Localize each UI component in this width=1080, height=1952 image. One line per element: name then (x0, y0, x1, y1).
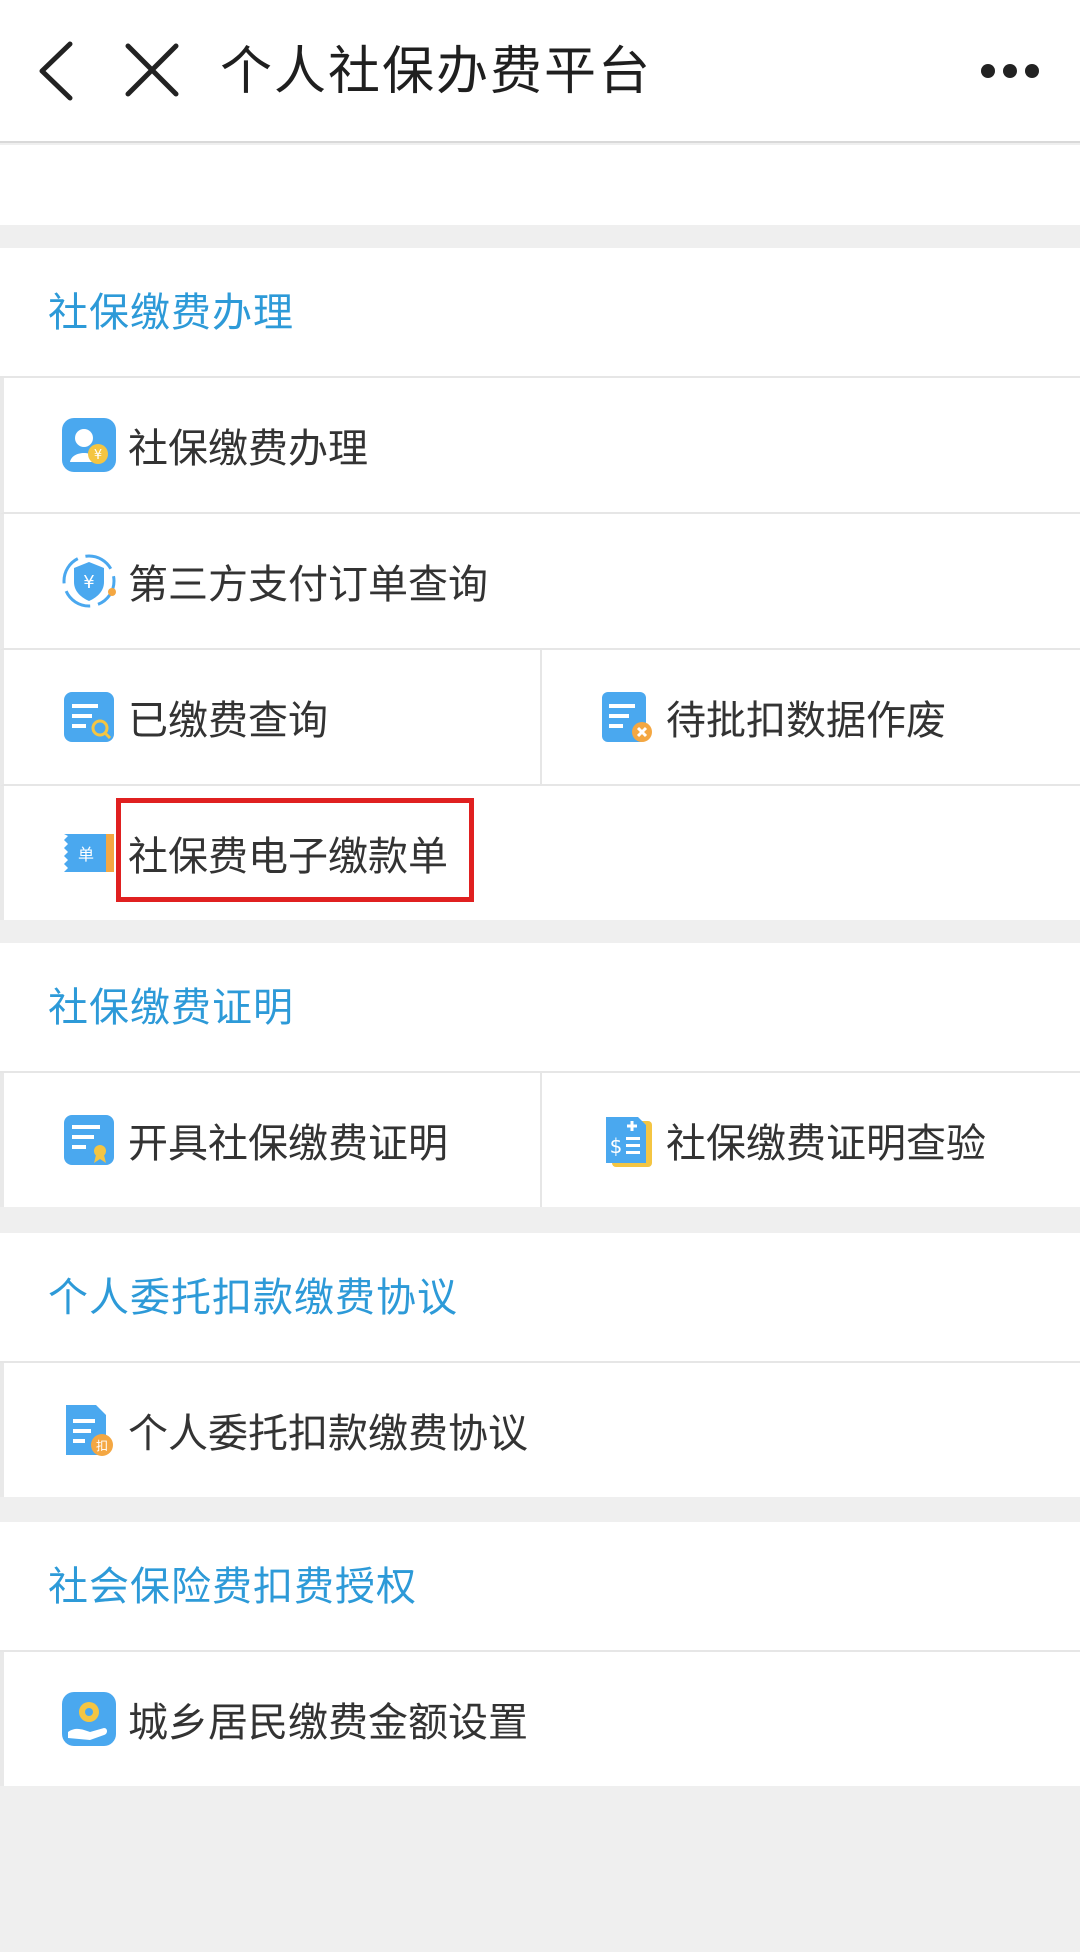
menu-item-electronic-payment-slip[interactable]: 单 社保费电子缴款单 (4, 786, 1080, 920)
menu-item-issue-certificate[interactable]: 开具社保缴费证明 (4, 1073, 542, 1207)
document-search-icon (64, 692, 114, 742)
menu-item-void-pending[interactable]: 待批扣数据作废 (542, 650, 1080, 784)
svg-text:扣: 扣 (96, 1439, 108, 1453)
section-payment: 社保缴费办理 ¥ 社保缴费办理 ¥ 第三方支付订单查询 已缴费查询 待批扣数据作… (0, 248, 1080, 920)
section-title: 个人委托扣款缴费协议 (0, 1233, 1080, 1363)
menu-item-label: 城乡居民缴费金额设置 (128, 1700, 528, 1746)
menu-item-paid-query[interactable]: 已缴费查询 (4, 650, 542, 784)
menu-item-third-party-orders[interactable]: ¥ 第三方支付订单查询 (4, 514, 1080, 648)
menu-item-resident-amount-setting[interactable]: 城乡居民缴费金额设置 (4, 1652, 1080, 1786)
section-title: 社会保险费扣费授权 (0, 1522, 1080, 1652)
menu-row: ¥ 社保缴费办理 (0, 378, 1080, 514)
menu-item-label: 社保缴费办理 (128, 426, 368, 472)
shield-yuan-icon: ¥ (62, 554, 116, 608)
menu-row: 城乡居民缴费金额设置 (0, 1652, 1080, 1786)
menu-item-label: 待批扣数据作废 (666, 698, 946, 744)
svg-text:单: 单 (78, 845, 94, 864)
section-agreement: 个人委托扣款缴费协议 扣 个人委托扣款缴费协议 (0, 1233, 1080, 1497)
menu-row: 单 社保费电子缴款单 (0, 786, 1080, 920)
menu-item-payment-handling[interactable]: ¥ 社保缴费办理 (4, 378, 1080, 512)
dollar-document-icon: $ (606, 1117, 652, 1167)
more-dots-icon[interactable] (980, 56, 1040, 86)
menu-item-label: 个人委托扣款缴费协议 (128, 1411, 528, 1457)
chevron-left-icon[interactable] (30, 38, 90, 104)
menu-row: ¥ 第三方支付订单查询 (0, 514, 1080, 650)
document-cancel-icon (602, 692, 652, 742)
svg-text:$: $ (610, 1134, 623, 1158)
section-authorization: 社会保险费扣费授权 城乡居民缴费金额设置 (0, 1522, 1080, 1786)
menu-item-label: 已缴费查询 (128, 698, 328, 744)
menu-item-label: 开具社保缴费证明 (128, 1121, 448, 1167)
menu-row: 开具社保缴费证明 $ 社保缴费证明查验 (0, 1073, 1080, 1207)
header-spacer (0, 145, 1080, 225)
agreement-document-icon: 扣 (66, 1405, 113, 1456)
menu-row: 已缴费查询 待批扣数据作废 (0, 650, 1080, 786)
svg-text:¥: ¥ (83, 572, 94, 593)
menu-item-label: 第三方支付订单查询 (128, 562, 488, 608)
highlight-box (116, 798, 474, 902)
receipt-icon: 单 (64, 834, 114, 872)
svg-text:¥: ¥ (94, 448, 102, 463)
page-title: 个人社保办费平台 (220, 42, 653, 102)
close-icon[interactable] (122, 40, 182, 100)
gear-hand-icon (62, 1692, 116, 1746)
menu-item-label: 社保缴费证明查验 (666, 1121, 986, 1167)
section-title: 社保缴费办理 (0, 248, 1080, 378)
menu-item-verify-certificate[interactable]: $ 社保缴费证明查验 (542, 1073, 1080, 1207)
person-yuan-icon: ¥ (62, 418, 116, 472)
top-bar: 个人社保办费平台 (0, 0, 1080, 143)
certificate-icon (64, 1115, 114, 1165)
section-certificate: 社保缴费证明 开具社保缴费证明 $ 社保缴费证明查验 (0, 943, 1080, 1207)
menu-row: 扣 个人委托扣款缴费协议 (0, 1363, 1080, 1497)
menu-item-entrusted-agreement[interactable]: 扣 个人委托扣款缴费协议 (4, 1363, 1080, 1497)
section-title: 社保缴费证明 (0, 943, 1080, 1073)
